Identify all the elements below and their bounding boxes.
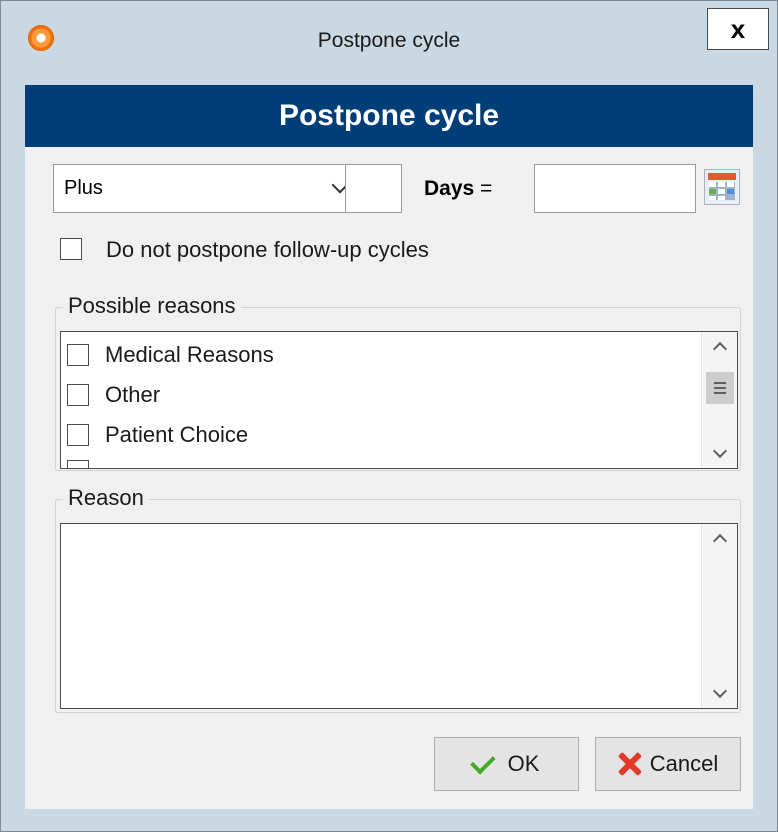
possible-reasons-list[interactable]: Medical Reasons Other Patient Choice: [60, 331, 738, 469]
reason-scrollbar[interactable]: [701, 524, 737, 708]
reason-label[interactable]: Other: [105, 382, 160, 408]
cancel-x-icon: [618, 752, 642, 776]
scroll-down-icon[interactable]: [712, 443, 728, 459]
offset-mode-value: Plus: [64, 177, 103, 199]
scroll-up-icon[interactable]: [712, 533, 728, 549]
offset-mode-select[interactable]: Plus: [53, 164, 359, 213]
no-followup-checkbox[interactable]: [60, 238, 82, 260]
cancel-button[interactable]: Cancel: [595, 737, 741, 791]
scroll-thumb[interactable]: [706, 372, 734, 404]
scroll-up-icon[interactable]: [712, 341, 728, 357]
reason-label[interactable]: Patient Choice: [105, 422, 248, 448]
possible-reasons-title: Possible reasons: [63, 293, 241, 319]
reason-textarea[interactable]: [60, 523, 738, 709]
calendar-icon[interactable]: [704, 169, 740, 205]
ok-label: OK: [507, 751, 540, 776]
dialog-body: Postpone cycle Plus Days = Do not postpo…: [25, 85, 753, 809]
list-item[interactable]: Medical Reasons: [67, 340, 274, 370]
window-title: Postpone cycle: [317, 29, 461, 52]
no-followup-label[interactable]: Do not postpone follow-up cycles: [106, 237, 429, 263]
calendar-grid: [709, 182, 735, 200]
reason-checkbox[interactable]: [67, 460, 89, 468]
close-button[interactable]: x: [707, 8, 769, 50]
equals-sign: =: [480, 177, 493, 200]
days-label: Days =: [424, 177, 492, 201]
check-icon: [469, 749, 496, 775]
cancel-label: Cancel: [649, 751, 719, 776]
reasons-scrollbar[interactable]: [701, 332, 737, 468]
reason-checkbox[interactable]: [67, 424, 89, 446]
postpone-cycle-window: Postpone cycle x Postpone cycle Plus Day…: [0, 0, 778, 832]
reason-label[interactable]: Medical Reasons: [105, 342, 274, 368]
title-bar[interactable]: Postpone cycle x: [1, 1, 777, 85]
result-date-input[interactable]: [534, 164, 696, 213]
list-item[interactable]: Other: [67, 380, 160, 410]
calendar-header: [708, 173, 736, 180]
dialog-header-title: Postpone cycle: [25, 85, 753, 147]
reason-title: Reason: [63, 485, 149, 511]
reason-checkbox[interactable]: [67, 344, 89, 366]
list-item[interactable]: Patient Choice: [67, 420, 248, 450]
scroll-down-icon[interactable]: [712, 683, 728, 699]
offset-amount-input[interactable]: [345, 164, 402, 213]
reason-checkbox[interactable]: [67, 384, 89, 406]
list-item-partial[interactable]: [67, 456, 89, 468]
days-unit-label: Days: [424, 177, 475, 200]
ok-button[interactable]: OK: [434, 737, 579, 791]
